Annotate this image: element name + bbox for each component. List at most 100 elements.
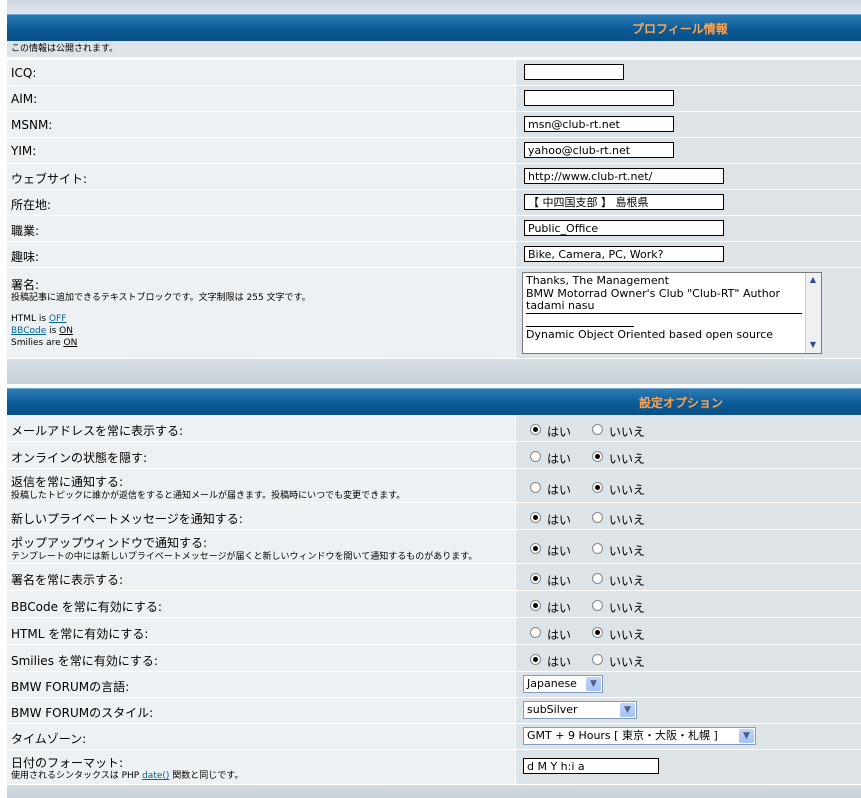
allow-html-yes-radio[interactable]: [530, 627, 541, 638]
hide-online-no-label: いいえ: [609, 452, 646, 466]
popup-pm-row: ポップアップウィンドウで通知する: テンプレートの中には新しいプライベートメッセー…: [7, 530, 861, 563]
allow-html-label: HTML を常に有効にする:: [11, 627, 149, 641]
attach-sig-yes-label: はい: [547, 574, 572, 588]
hide-online-yes-radio[interactable]: [530, 451, 541, 462]
msnm-input[interactable]: msn@club-rt.net: [524, 116, 674, 132]
profile-form: プロフィール情報 この情報は公開されます。 ICQ: AIM: MSNM: msn@c…: [0, 0, 861, 798]
popup-pm-no-radio[interactable]: [592, 543, 603, 554]
notify-reply-row: 返信を常に通知する: 投稿したトピックに誰かが返信をすると通知メールが届きます。投…: [7, 469, 861, 502]
profile-section-header: プロフィール情報: [7, 14, 861, 41]
allow-html-no-radio[interactable]: [592, 627, 603, 638]
bbcode-status: BBCode is ON: [11, 326, 73, 336]
interests-input[interactable]: Bike, Camera, PC, Work?: [524, 246, 724, 262]
chevron-down-icon[interactable]: ▼: [586, 677, 601, 691]
timezone-row: タイムゾーン: GMT + 9 Hours [ 東京・大阪・札幌 ] ▼: [7, 724, 861, 749]
occupation-row: 職業: Public_Office: [7, 216, 861, 241]
hide-online-yes-label: はい: [547, 452, 572, 466]
language-label: BMW FORUMの言語:: [11, 680, 130, 694]
style-label: BMW FORUMのスタイル:: [11, 706, 154, 720]
scroll-up-icon[interactable]: ▲: [808, 275, 818, 285]
notify-pm-no-radio[interactable]: [592, 512, 603, 523]
hide-online-no-radio[interactable]: [592, 451, 603, 462]
allow-smilies-label: Smilies を常に有効にする:: [11, 654, 158, 668]
notify-reply-yes-radio[interactable]: [530, 482, 541, 493]
allow-bbcode-no-label: いいえ: [609, 601, 646, 615]
icq-row: ICQ:: [7, 60, 861, 85]
website-input[interactable]: http://www.club-rt.net/: [524, 168, 724, 184]
popup-pm-yes-radio[interactable]: [530, 543, 541, 554]
hide-online-row: オンラインの状態を隠す: はい いいえ: [7, 442, 861, 468]
timezone-label: タイムゾーン:: [11, 732, 87, 746]
msnm-row: MSNM: msn@club-rt.net: [7, 112, 861, 137]
chevron-down-icon[interactable]: ▼: [739, 729, 754, 743]
allow-bbcode-yes-label: はい: [547, 601, 572, 615]
interests-label: 趣味:: [11, 250, 40, 264]
attach-sig-no-radio[interactable]: [592, 573, 603, 584]
public-info-note: この情報は公開されます。: [7, 41, 861, 57]
aim-label: AIM:: [11, 92, 38, 106]
notify-reply-no-radio[interactable]: [592, 482, 603, 493]
chevron-down-icon[interactable]: ▼: [620, 703, 635, 717]
allow-bbcode-no-radio[interactable]: [592, 600, 603, 611]
occupation-label: 職業:: [11, 224, 40, 238]
aim-input[interactable]: [524, 90, 674, 106]
show-email-yes-label: はい: [547, 425, 572, 439]
notify-reply-no-label: いいえ: [609, 483, 646, 497]
notify-pm-yes-radio[interactable]: [530, 512, 541, 523]
website-row: ウェブサイト: http://www.club-rt.net/: [7, 164, 861, 189]
show-email-no-radio[interactable]: [592, 424, 603, 435]
show-email-yes-radio[interactable]: [530, 424, 541, 435]
dateformat-row: 日付のフォーマット: 使用されるシンタックスは PHP date() 関数と同じ…: [7, 750, 861, 784]
section-spacer: [7, 359, 861, 384]
msnm-label: MSNM:: [11, 118, 53, 132]
allow-smilies-no-radio[interactable]: [592, 654, 603, 665]
smilies-status: Smilies are ON: [11, 338, 78, 348]
bbcode-link[interactable]: BBCode: [11, 326, 46, 336]
location-input[interactable]: 【 中四国支部 】 島根県: [524, 194, 724, 210]
allow-smilies-yes-radio[interactable]: [530, 654, 541, 665]
notify-pm-yes-label: はい: [547, 513, 572, 527]
icq-input[interactable]: [524, 64, 624, 80]
popup-pm-no-label: いいえ: [609, 544, 646, 558]
html-status: HTML is OFF: [11, 314, 67, 324]
top-band: [7, 0, 861, 15]
website-label: ウェブサイト:: [11, 172, 88, 186]
allow-smilies-yes-label: はい: [547, 655, 572, 669]
interests-row: 趣味: Bike, Camera, PC, Work?: [7, 242, 861, 267]
allow-bbcode-yes-radio[interactable]: [530, 600, 541, 611]
allow-smilies-no-label: いいえ: [609, 655, 646, 669]
style-select[interactable]: subSilver ▼: [523, 701, 637, 719]
notify-pm-row: 新しいプライベートメッセージを通知する: はい いいえ: [7, 503, 861, 529]
yim-input[interactable]: yahoo@club-rt.net: [524, 142, 674, 158]
popup-pm-description: テンプレートの中には新しいプライベートメッセージが届くと新しいウィンドウを開いて…: [11, 552, 478, 562]
signature-description: 投稿記事に追加できるテキストブロックです。文字制限は 255 文字です。: [11, 293, 311, 303]
show-email-row: メールアドレスを常に表示する: はい いいえ: [7, 415, 861, 441]
show-email-label: メールアドレスを常に表示する:: [11, 424, 184, 438]
allow-html-no-label: いいえ: [609, 628, 646, 642]
attach-sig-row: 署名を常に表示する: はい いいえ: [7, 564, 861, 590]
scroll-down-icon[interactable]: ▼: [808, 340, 818, 350]
signature-row: 署名: 投稿記事に追加できるテキストブロックです。文字制限は 255 文字です。…: [7, 268, 861, 358]
hide-online-label: オンラインの状態を隠す:: [11, 451, 148, 465]
signature-textarea[interactable]: Thanks, The Management BMW Motorrad Owne…: [522, 272, 822, 354]
attach-sig-yes-radio[interactable]: [530, 573, 541, 584]
attach-sig-no-label: いいえ: [609, 574, 646, 588]
notify-reply-yes-label: はい: [547, 483, 572, 497]
language-row: BMW FORUMの言語: Japanese ▼: [7, 672, 861, 697]
notify-pm-label: 新しいプライベートメッセージを通知する:: [11, 512, 243, 526]
language-select[interactable]: Japanese ▼: [523, 675, 603, 693]
occupation-input[interactable]: Public_Office: [524, 220, 724, 236]
yim-label: YIM:: [11, 144, 37, 158]
location-row: 所在地: 【 中四国支部 】 島根県: [7, 190, 861, 215]
timezone-select[interactable]: GMT + 9 Hours [ 東京・大阪・札幌 ] ▼: [523, 727, 756, 745]
dateformat-input[interactable]: d M Y h:i a: [523, 758, 659, 774]
allow-bbcode-row: BBCode を常に有効にする: はい いいえ: [7, 591, 861, 617]
notify-reply-description: 投稿したトピックに誰かが返信をすると通知メールが届きます。投稿時にいつでも変更で…: [11, 491, 406, 501]
icq-label: ICQ:: [11, 66, 37, 80]
bottom-spacer: [7, 785, 861, 798]
php-date-link[interactable]: date(): [142, 771, 169, 781]
aim-row: AIM:: [7, 86, 861, 111]
profile-header-title: プロフィール情報: [632, 22, 728, 36]
signature-scrollbar[interactable]: ▲ ▼: [805, 273, 821, 353]
show-email-no-label: いいえ: [609, 425, 646, 439]
